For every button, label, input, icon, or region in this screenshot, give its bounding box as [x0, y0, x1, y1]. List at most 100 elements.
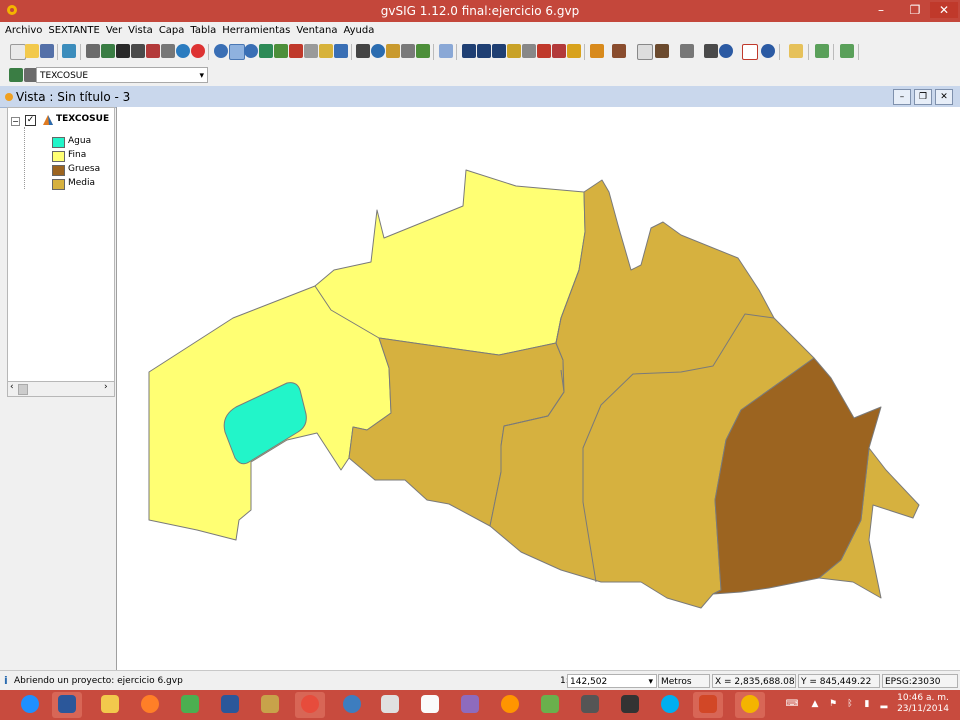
layer-select[interactable]: TEXCOSUE ▾ [36, 67, 208, 83]
taskbar-powerpoint-icon[interactable] [693, 692, 723, 718]
zoom-layout-icon[interactable] [761, 44, 775, 58]
menu-vista[interactable]: Vista [125, 22, 156, 40]
info-icon[interactable] [371, 44, 385, 58]
taskbar-ie-icon[interactable] [15, 692, 45, 718]
keyboard-icon[interactable]: ⌨ [782, 699, 802, 709]
locator-icon[interactable] [334, 44, 348, 58]
zoom-out-icon[interactable] [244, 44, 258, 58]
taskbar-search-app-icon[interactable] [337, 692, 367, 718]
menu-ver[interactable]: Ver [103, 22, 125, 40]
clock[interactable]: 10:46 a. m. 23/11/2014 [896, 693, 950, 715]
previous-zoom-icon[interactable] [304, 44, 318, 58]
taskbar-leaf-app-icon[interactable] [535, 692, 565, 718]
tray-expand-icon[interactable]: ▲ [810, 699, 820, 709]
map-svg[interactable] [117, 107, 960, 670]
help-icon[interactable] [176, 44, 190, 58]
select-layer-icon[interactable] [537, 44, 551, 58]
zoom-select-icon[interactable] [289, 44, 303, 58]
scroll-right-icon[interactable]: › [104, 382, 108, 392]
select-polygon-icon[interactable] [492, 44, 506, 58]
menu-ayuda[interactable]: Ayuda [340, 22, 377, 40]
menu-sextante[interactable]: SEXTANTE [45, 22, 102, 40]
menu-capa[interactable]: Capa [156, 22, 188, 40]
edit-icon[interactable] [789, 44, 803, 58]
minimize-button[interactable]: – [868, 2, 894, 18]
menu-ventana[interactable]: Ventana [293, 22, 340, 40]
distance-icon[interactable] [401, 44, 415, 58]
taskbar-explorer-icon[interactable] [95, 692, 125, 718]
taskbar-tool-icon[interactable] [575, 692, 605, 718]
scroll-left-icon[interactable]: ‹ [10, 382, 14, 392]
bluetooth-icon[interactable]: ᛒ [845, 699, 855, 709]
full-extent-icon[interactable] [259, 44, 273, 58]
print-layout-icon[interactable] [742, 44, 758, 60]
model-icon[interactable] [101, 44, 115, 58]
menu-tabla[interactable]: Tabla [187, 22, 219, 40]
view-maximize-button[interactable]: ❐ [914, 89, 932, 105]
taskbar-w-app-icon[interactable] [175, 692, 205, 718]
taskbar-calc-icon[interactable] [375, 692, 405, 718]
area-icon[interactable] [386, 44, 400, 58]
taskbar-package-icon[interactable] [255, 692, 285, 718]
batch-icon[interactable] [161, 44, 175, 58]
select-icon[interactable] [462, 44, 476, 58]
view-close-button[interactable]: ✕ [935, 89, 953, 105]
select-circle-icon[interactable] [507, 44, 521, 58]
scroll-thumb[interactable] [18, 384, 28, 395]
binoculars-icon[interactable] [704, 44, 718, 58]
flag-icon[interactable]: ⚑ [828, 699, 838, 709]
command-icon[interactable] [116, 44, 130, 58]
map-canvas[interactable] [116, 107, 960, 670]
battery-icon[interactable]: ▮ [862, 699, 872, 709]
sextante-icon[interactable] [86, 44, 100, 58]
layer-edit-icon[interactable] [9, 68, 23, 82]
geoprocess-icon[interactable] [655, 44, 669, 58]
taskbar-orange-app-icon[interactable] [135, 692, 165, 718]
select-rect-icon[interactable] [477, 44, 491, 58]
taskbar-gvsig-icon[interactable] [735, 692, 765, 718]
results-icon[interactable] [146, 44, 160, 58]
new-icon[interactable] [10, 44, 26, 60]
history-icon[interactable] [131, 44, 145, 58]
hyperlink-icon[interactable] [416, 44, 430, 58]
save-icon[interactable] [40, 44, 54, 58]
taskbar-media-icon[interactable] [215, 692, 245, 718]
zoom-selected-icon[interactable] [229, 44, 245, 60]
table-icon[interactable] [637, 44, 653, 60]
taskbar-chrome-icon[interactable] [295, 692, 325, 718]
menu-herramientas[interactable]: Herramientas [219, 22, 293, 40]
taskbar-dbase-icon[interactable] [615, 692, 645, 718]
close-button[interactable]: ✕ [930, 2, 958, 18]
layer-name[interactable]: TEXCOSUE [56, 114, 109, 124]
open-icon[interactable] [25, 44, 39, 58]
collapse-icon[interactable]: − [11, 117, 20, 126]
graphics-icon[interactable] [439, 44, 453, 58]
find-icon[interactable] [719, 44, 733, 58]
signal-icon[interactable]: ▂ [879, 699, 889, 709]
taskbar-s-app-icon[interactable] [455, 692, 485, 718]
zoom-in-icon[interactable] [214, 44, 228, 58]
toc-scrollbar[interactable]: ‹ › [7, 381, 115, 397]
import-icon[interactable] [840, 44, 854, 58]
menu-archivo[interactable]: Archivo [2, 22, 45, 40]
layer-visibility-checkbox[interactable]: ✓ [25, 115, 36, 126]
taskbar-firefox-icon[interactable] [495, 692, 525, 718]
select-buffer-icon[interactable] [522, 44, 536, 58]
measure-icon[interactable] [356, 44, 370, 58]
scale-input[interactable]: 142,502 ▾ [567, 674, 657, 688]
invert-selection-icon[interactable] [552, 44, 566, 58]
view-minimize-button[interactable]: – [893, 89, 911, 105]
attribute-table-icon[interactable] [612, 44, 626, 58]
export-icon[interactable] [815, 44, 829, 58]
taskbar-doc-icon[interactable] [415, 692, 445, 718]
clear-selection-icon[interactable] [567, 44, 581, 58]
project-manager-icon[interactable] [62, 44, 76, 58]
target-icon[interactable] [191, 44, 205, 58]
filter-icon[interactable] [590, 44, 604, 58]
taskbar-skype-icon[interactable] [655, 692, 685, 718]
maximize-button[interactable]: ❐ [902, 2, 928, 18]
link-icon[interactable] [680, 44, 694, 58]
zoom-layer-icon[interactable] [274, 44, 288, 58]
taskbar-word-icon[interactable] [52, 692, 82, 718]
pan-icon[interactable] [319, 44, 333, 58]
